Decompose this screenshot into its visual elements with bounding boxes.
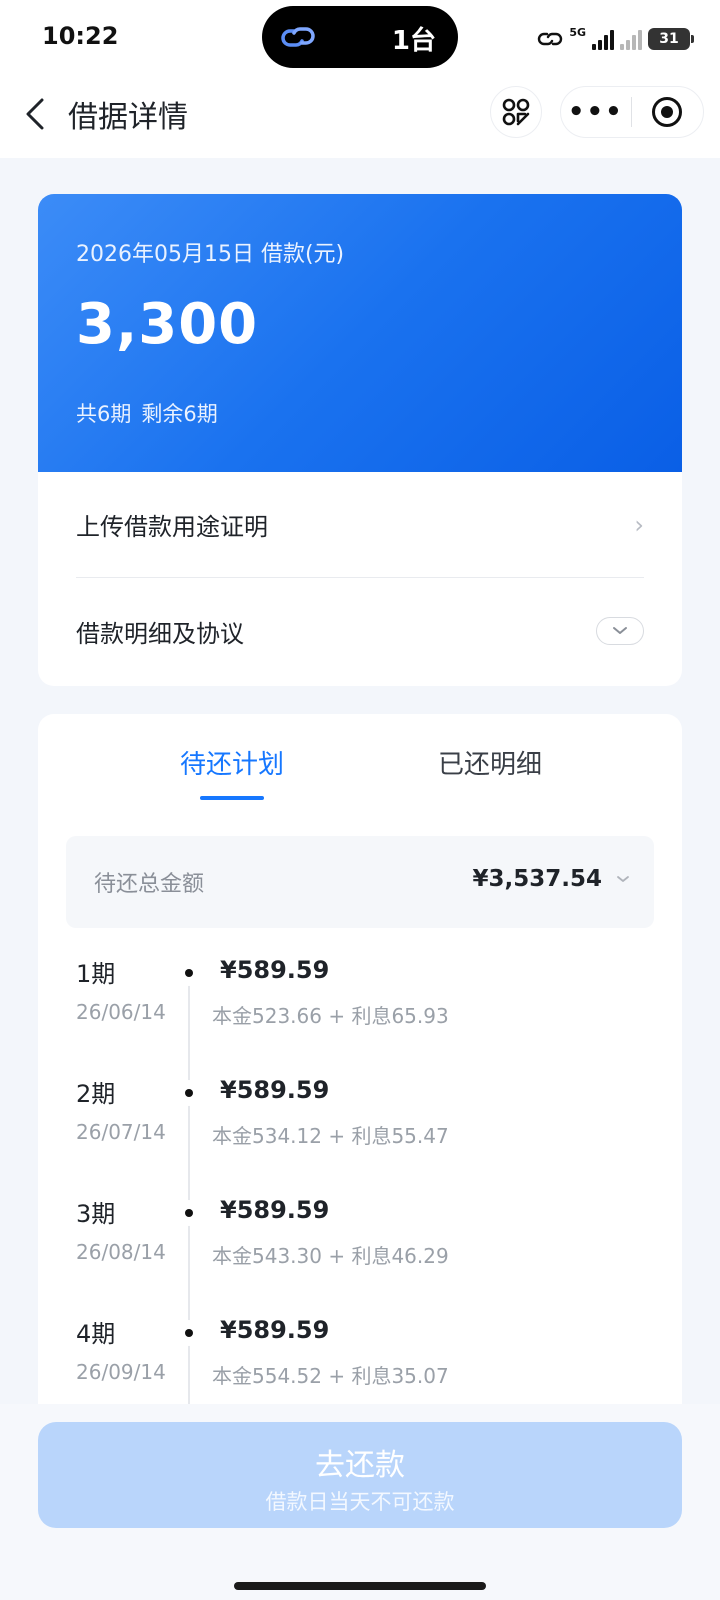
repayment-plan-card: 待还计划 已还明细 待还总金额 ¥3,537.54 1期 26/06/14 ¥5…	[38, 714, 682, 1414]
installment-row[interactable]: 3期 26/08/14 ¥589.59 本金543.30 + 利息46.29	[38, 1194, 682, 1314]
repay-button-label: 去还款	[315, 1448, 405, 1483]
status-bar: 10:22 1台 5G 31	[0, 0, 720, 78]
tab-active-indicator	[200, 796, 264, 800]
details-agreement-row[interactable]: 借款明细及协议	[76, 578, 644, 684]
installment-period: 3期	[76, 1200, 116, 1228]
installment-amount: ¥589.59	[220, 956, 330, 984]
loan-periods: 共6期 剩余6期	[76, 398, 228, 428]
chevron-down-icon	[617, 876, 629, 882]
upload-proof-row[interactable]: 上传借款用途证明 ›	[76, 472, 644, 578]
loan-summary-card: 2026年05月15日 借款(元) 3,300 共6期 剩余6期	[38, 194, 682, 472]
remaining-periods: 剩余6期	[141, 402, 218, 426]
more-icon[interactable]: •••	[561, 88, 631, 136]
status-time: 10:22	[42, 22, 119, 50]
installment-detail: 本金543.30 + 利息46.29	[212, 1244, 449, 1268]
installment-amount: ¥589.59	[220, 1076, 330, 1104]
installment-detail: 本金534.12 + 利息55.47	[212, 1124, 449, 1148]
installment-period: 2期	[76, 1080, 116, 1108]
bottom-action-bar: 去还款 借款日当天不可还款	[0, 1404, 720, 1600]
timeline-dot	[176, 960, 202, 986]
loan-date-label: 2026年05月15日 借款(元)	[76, 242, 345, 267]
installment-amount: ¥589.59	[220, 1196, 330, 1224]
hotspot-link-icon	[538, 32, 563, 46]
scan-button[interactable]	[490, 86, 542, 138]
loan-links-card: 上传借款用途证明 › 借款明细及协议	[38, 472, 682, 686]
capsule-menu: •••	[560, 86, 704, 138]
timeline-dot	[176, 1320, 202, 1346]
tab-repaid-details[interactable]: 已还明细	[438, 744, 542, 781]
island-count: 1台	[391, 26, 436, 56]
battery-icon: 31	[648, 28, 694, 50]
installment-row[interactable]: 2期 26/07/14 ¥589.59 本金534.12 + 利息55.47	[38, 1074, 682, 1194]
pending-total-value: ¥3,537.54	[472, 866, 603, 892]
installment-detail: 本金554.52 + 利息35.07	[212, 1364, 449, 1388]
chevron-down-icon	[613, 627, 627, 634]
expand-button[interactable]	[596, 617, 644, 645]
repay-button[interactable]: 去还款 借款日当天不可还款	[38, 1422, 682, 1528]
nav-bar: 借据详情 •••	[0, 78, 720, 158]
timeline-dot	[176, 1200, 202, 1226]
link-icon	[281, 27, 315, 47]
dynamic-island[interactable]: 1台	[262, 6, 458, 68]
repay-button-sublabel: 借款日当天不可还款	[265, 1490, 455, 1514]
details-agreement-label: 借款明细及协议	[76, 619, 244, 648]
pending-total-label: 待还总金额	[94, 872, 205, 897]
page-title: 借据详情	[68, 100, 188, 135]
scan-icon	[502, 98, 530, 126]
tab-pending-plan[interactable]: 待还计划	[180, 744, 284, 781]
target-icon	[652, 97, 683, 127]
signal-2-icon	[620, 28, 642, 50]
installment-row[interactable]: 1期 26/06/14 ¥589.59 本金523.66 + 利息65.93	[38, 954, 682, 1074]
chevron-left-icon[interactable]	[22, 94, 50, 134]
total-periods: 共6期	[76, 402, 132, 426]
upload-proof-label: 上传借款用途证明	[76, 513, 268, 541]
pending-total-row[interactable]: 待还总金额 ¥3,537.54	[66, 836, 654, 928]
installment-detail: 本金523.66 + 利息65.93	[212, 1004, 449, 1028]
signal-icon	[592, 28, 614, 50]
installment-date: 26/08/14	[76, 1240, 166, 1264]
installment-date: 26/07/14	[76, 1120, 166, 1144]
timeline-dot	[176, 1080, 202, 1106]
installment-date: 26/09/14	[76, 1360, 166, 1384]
network-type: 5G	[569, 26, 586, 39]
status-icons: 5G 31	[537, 24, 694, 54]
battery-level: 31	[659, 31, 679, 47]
plan-tabs: 待还计划 已还明细	[38, 714, 682, 814]
chevron-right-icon: ›	[634, 510, 644, 539]
installment-date: 26/06/14	[76, 1000, 166, 1024]
home-indicator[interactable]	[234, 1582, 486, 1590]
installment-amount: ¥589.59	[220, 1316, 330, 1344]
close-miniapp-button[interactable]	[632, 97, 704, 127]
installment-period: 1期	[76, 960, 116, 988]
loan-amount: 3,300	[76, 292, 259, 357]
installment-period: 4期	[76, 1320, 116, 1348]
